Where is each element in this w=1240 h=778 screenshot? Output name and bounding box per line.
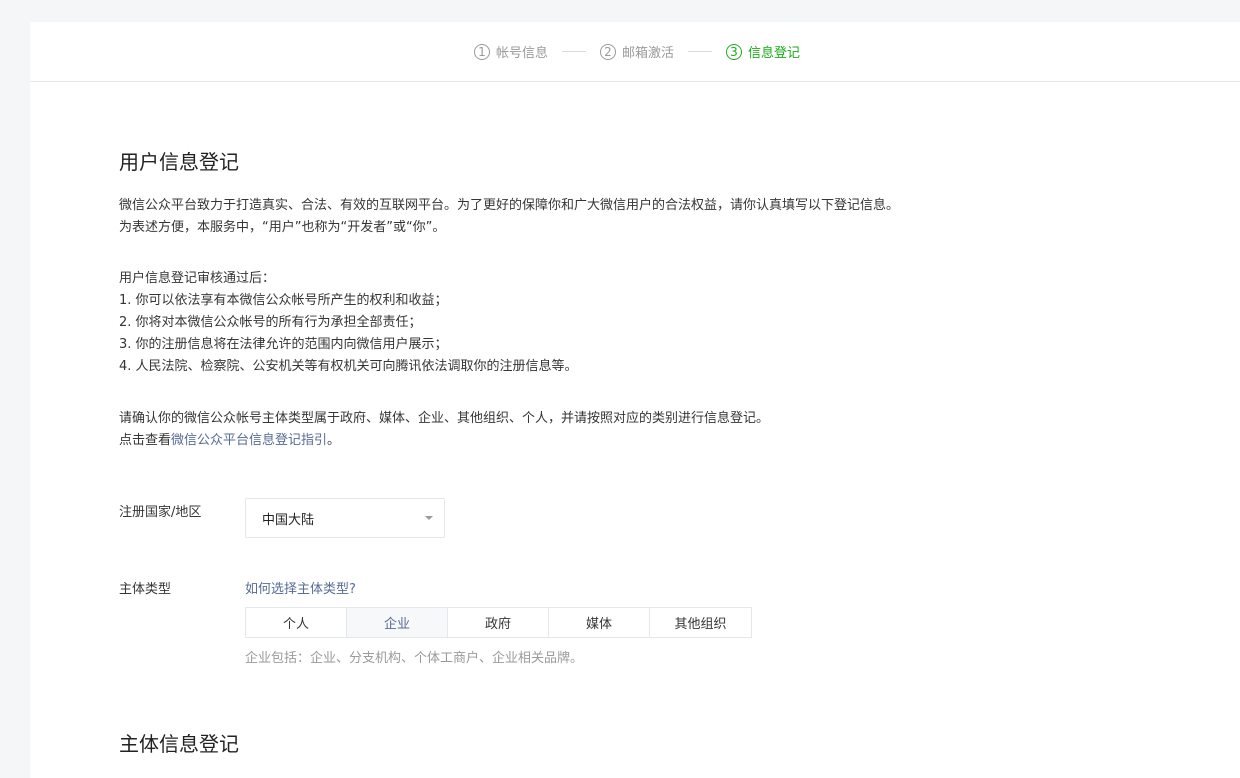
step-number-2: 2 — [599, 43, 616, 60]
step-divider — [688, 51, 712, 52]
step-progress: 1 帐号信息 2 邮箱激活 3 信息登记 — [30, 22, 1240, 82]
guide-prefix: 点击查看 — [119, 433, 172, 448]
section-title-entity-info: 主体信息登记 — [119, 732, 239, 756]
list-item: 2. 你将对本微信公众帐号的所有行为承担全部责任； — [119, 315, 422, 330]
step-email-activation: 2 邮箱激活 — [599, 42, 674, 61]
step-label: 帐号信息 — [495, 46, 548, 61]
entity-type-selector: 个人 企业 政府 媒体 其他组织 — [245, 607, 752, 638]
section-title-user-info: 用户信息登记 — [119, 150, 239, 174]
list-item: 4. 人民法院、检察院、公安机关等有权机关可向腾讯依法调取你的注册信息等。 — [119, 359, 578, 374]
list-item: 3. 你的注册信息将在法律允许的范围内向微信用户展示； — [119, 337, 448, 352]
entity-type-option-media[interactable]: 媒体 — [549, 608, 650, 637]
step-label: 邮箱激活 — [621, 46, 674, 61]
intro-line: 微信公众平台致力于打造真实、合法、有效的互联网平台。为了更好的保障你和广大微信用… — [119, 198, 900, 213]
approval-list-title: 用户信息登记审核通过后： — [119, 271, 276, 286]
entity-type-option-other-org[interactable]: 其他组织 — [650, 608, 751, 637]
entity-type-help-link[interactable]: 如何选择主体类型? — [245, 578, 356, 597]
intro-paragraph: 微信公众平台致力于打造真实、合法、有效的互联网平台。为了更好的保障你和广大微信用… — [119, 195, 899, 239]
country-label: 注册国家/地区 — [119, 505, 202, 520]
confirm-line: 请确认你的微信公众帐号主体类型属于政府、媒体、企业、其他组织、个人，并请按照对应… — [119, 411, 770, 426]
entity-type-option-government[interactable]: 政府 — [448, 608, 549, 637]
guide-line: 点击查看微信公众平台信息登记指引。 — [119, 430, 769, 452]
entity-type-hint: 企业包括：企业、分支机构、个体工商户、企业相关品牌。 — [245, 651, 584, 666]
step-divider — [561, 51, 586, 52]
entity-type-option-enterprise[interactable]: 企业 — [347, 608, 448, 637]
caret-down-icon — [425, 516, 433, 520]
country-select-value: 中国大陆 — [262, 512, 315, 528]
step-account-info: 1 帐号信息 — [473, 42, 548, 61]
confirm-paragraph: 请确认你的微信公众帐号主体类型属于政府、媒体、企业、其他组织、个人，并请按照对应… — [119, 408, 769, 452]
step-number-3: 3 — [726, 43, 742, 60]
registration-card: 1 帐号信息 2 邮箱激活 3 信息登记 用户信息登记 微信公众平台致力于打造真… — [30, 22, 1240, 778]
registration-guide-link[interactable]: 微信公众平台信息登记指引 — [171, 433, 327, 448]
list-item: 1. 你可以依法享有本微信公众帐号所产生的权利和收益； — [119, 293, 448, 308]
guide-suffix: 。 — [327, 433, 341, 448]
country-select[interactable]: 中国大陆 — [245, 498, 445, 538]
entity-type-label: 主体类型 — [119, 582, 172, 597]
step-info-registration: 3 信息登记 — [726, 42, 800, 61]
intro-line: 为表述方便，本服务中，“用户”也称为“开发者”或“你”。 — [119, 220, 446, 235]
step-label: 信息登记 — [748, 46, 801, 61]
entity-type-option-individual[interactable]: 个人 — [246, 608, 347, 637]
step-number-1: 1 — [473, 43, 490, 60]
approval-list: 用户信息登记审核通过后： 1. 你可以依法享有本微信公众帐号所产生的权利和收益；… — [119, 268, 578, 378]
